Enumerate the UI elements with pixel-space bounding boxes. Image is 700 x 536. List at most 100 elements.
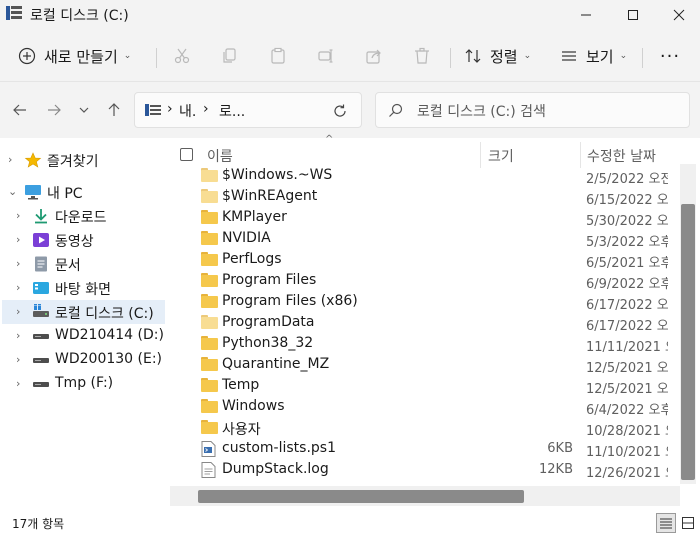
horizontal-scrollbar-thumb[interactable] bbox=[198, 490, 524, 503]
maximize-button[interactable] bbox=[610, 0, 656, 30]
file-row[interactable]: NVIDIA 5/3/2022 오후 bbox=[168, 229, 668, 250]
minimize-button[interactable] bbox=[563, 0, 609, 30]
sort-button-label: 정렬 bbox=[490, 47, 518, 66]
view-button-label: 보기 bbox=[586, 47, 614, 66]
rename-button[interactable] bbox=[310, 40, 342, 72]
refresh-button[interactable] bbox=[329, 101, 351, 121]
new-button[interactable]: 새로 만들기 ⌄ bbox=[12, 40, 146, 72]
breadcrumb-pc[interactable]: 내. bbox=[179, 101, 196, 121]
file-date: 11/10/2021 오후 bbox=[586, 445, 668, 460]
file-row[interactable]: ProgramData 6/17/2022 오후 bbox=[168, 313, 668, 334]
file-row[interactable]: $WinREAgent 6/15/2022 오전 bbox=[168, 187, 668, 208]
select-all-checkbox[interactable] bbox=[180, 148, 193, 161]
search-icon bbox=[389, 103, 403, 117]
chevron-right-icon[interactable]: › bbox=[16, 377, 26, 391]
download-icon bbox=[35, 209, 47, 224]
chevron-right-icon[interactable]: › bbox=[16, 233, 26, 247]
file-name: Quarantine_MZ bbox=[222, 356, 330, 372]
folder-icon bbox=[201, 231, 218, 246]
nav-item-label: 즐겨찾기 bbox=[47, 154, 99, 170]
file-row[interactable]: Program Files 6/9/2022 오후 bbox=[168, 271, 668, 292]
chevron-right-icon[interactable]: › bbox=[16, 305, 26, 319]
chevron-right-icon[interactable]: › bbox=[8, 153, 18, 167]
breadcrumb-local-disk[interactable]: 로... bbox=[219, 101, 245, 121]
chevron-right-icon[interactable]: › bbox=[16, 281, 26, 295]
breadcrumb-separator: › bbox=[203, 101, 209, 117]
share-button[interactable] bbox=[358, 40, 390, 72]
column-divider[interactable] bbox=[480, 142, 481, 168]
copy-button[interactable] bbox=[214, 40, 246, 72]
nav-item-drive-e[interactable]: › WD200130 (E:) bbox=[2, 348, 165, 372]
desktop-icon bbox=[33, 282, 49, 294]
forward-button[interactable] bbox=[42, 98, 66, 122]
folder-icon bbox=[201, 273, 218, 288]
file-name: Program Files bbox=[222, 272, 317, 288]
recent-locations-button[interactable] bbox=[72, 98, 96, 122]
more-options-button[interactable]: ··· bbox=[654, 40, 686, 72]
column-size[interactable]: 크기 bbox=[488, 146, 514, 166]
column-divider[interactable] bbox=[580, 142, 581, 168]
view-button[interactable]: 보기 ⌄ bbox=[556, 40, 636, 72]
nav-item-drive-f[interactable]: › Tmp (F:) bbox=[2, 372, 165, 396]
window-title: 로컬 디스크 (C:) bbox=[30, 8, 129, 24]
file-row[interactable]: custom-lists.ps1 6KB 11/10/2021 오후 bbox=[168, 439, 668, 460]
file-row[interactable]: Python38_32 11/11/2021 오후 bbox=[168, 334, 668, 355]
nav-item-documents[interactable]: › 문서 bbox=[2, 252, 165, 276]
folder-icon bbox=[201, 210, 218, 225]
chevron-right-icon[interactable]: › bbox=[16, 353, 26, 367]
file-date: 6/4/2022 오후 bbox=[586, 403, 668, 418]
file-date: 12/5/2021 오후 bbox=[586, 382, 668, 397]
search-box[interactable]: 로컬 디스크 (C:) 검색 bbox=[375, 92, 690, 128]
nav-item-desktop[interactable]: › 바탕 화면 bbox=[2, 276, 165, 300]
file-row[interactable]: Windows 6/4/2022 오후 bbox=[168, 397, 668, 418]
address-bar[interactable]: › 내. › 로... bbox=[134, 92, 362, 128]
copy-icon bbox=[223, 48, 236, 63]
text-file-icon bbox=[201, 462, 218, 478]
nav-item-videos[interactable]: › 동영상 bbox=[2, 228, 165, 252]
folder-icon bbox=[201, 315, 218, 330]
item-count: 17개 항목 bbox=[12, 517, 65, 531]
nav-item-favorites[interactable]: › 즐겨찾기 bbox=[2, 148, 165, 172]
star-icon bbox=[24, 152, 42, 168]
up-button[interactable] bbox=[102, 98, 126, 122]
file-name: NVIDIA bbox=[222, 230, 271, 246]
delete-button[interactable] bbox=[406, 40, 438, 72]
nav-item-drive-d[interactable]: › WD210414 (D:) bbox=[2, 324, 165, 348]
nav-item-this-pc[interactable]: ⌄ 내 PC bbox=[2, 180, 165, 204]
large-icons-view-button[interactable] bbox=[678, 513, 698, 533]
sort-button[interactable]: 정렬 ⌄ bbox=[460, 40, 540, 72]
breadcrumb-separator: › bbox=[167, 101, 173, 117]
thumbnail-view-icon bbox=[682, 517, 694, 529]
file-row[interactable]: KMPlayer 5/30/2022 오후 bbox=[168, 208, 668, 229]
file-name: KMPlayer bbox=[222, 209, 287, 225]
paste-button[interactable] bbox=[262, 40, 294, 72]
cut-button[interactable] bbox=[166, 40, 198, 72]
close-button[interactable] bbox=[656, 0, 700, 30]
file-row[interactable]: Quarantine_MZ 12/5/2021 오후 bbox=[168, 355, 668, 376]
file-name: Windows bbox=[222, 398, 285, 414]
file-size: 12KB bbox=[539, 462, 573, 477]
divider bbox=[642, 48, 643, 68]
nav-item-downloads[interactable]: › 다운로드 bbox=[2, 204, 165, 228]
file-row[interactable]: DumpStack.log 12KB 12/26/2021 오후 bbox=[168, 460, 668, 481]
file-row[interactable]: PerfLogs 6/5/2021 오후 bbox=[168, 250, 668, 271]
back-button[interactable] bbox=[8, 98, 32, 122]
file-row[interactable]: Temp 12/5/2021 오후 bbox=[168, 376, 668, 397]
chevron-down-icon[interactable]: ⌄ bbox=[8, 185, 18, 199]
vertical-scrollbar-thumb[interactable] bbox=[681, 204, 695, 480]
column-date[interactable]: 수정한 날짜 bbox=[587, 146, 656, 166]
horizontal-scrollbar[interactable] bbox=[170, 486, 680, 506]
chevron-right-icon[interactable]: › bbox=[16, 209, 26, 223]
nav-item-label: 문서 bbox=[55, 258, 81, 274]
file-row[interactable]: $Windows.~WS 2/5/2022 오전 bbox=[168, 166, 668, 187]
file-row[interactable]: Program Files (x86) 6/17/2022 오후 bbox=[168, 292, 668, 313]
details-view-button[interactable] bbox=[656, 513, 676, 533]
file-name: Temp bbox=[222, 377, 260, 393]
file-row[interactable]: 사용자 10/28/2021 오후 bbox=[168, 418, 668, 439]
chevron-right-icon[interactable]: › bbox=[16, 329, 26, 343]
nav-item-local-disk-c[interactable]: › 로컬 디스크 (C:) bbox=[2, 300, 165, 324]
column-name[interactable]: 이름 bbox=[207, 146, 233, 166]
vertical-scrollbar[interactable] bbox=[680, 164, 696, 484]
scissors-icon bbox=[174, 48, 190, 64]
chevron-right-icon[interactable]: › bbox=[16, 257, 26, 271]
